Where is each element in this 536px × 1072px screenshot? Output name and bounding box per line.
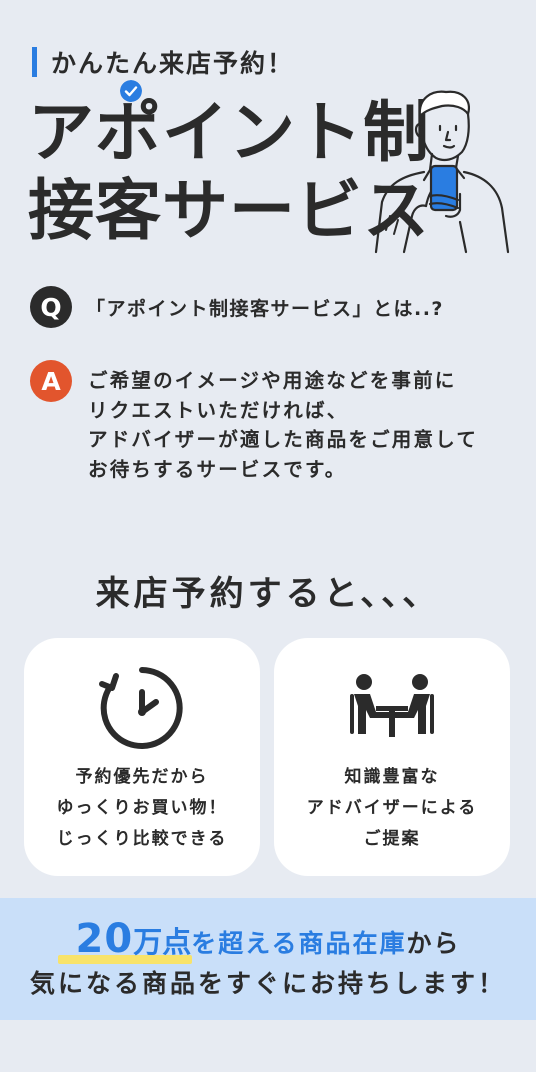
answer-line: リクエストいただければ、 [88, 398, 349, 422]
page: かんたん来店予約！ アポイント制 接客サービス Q 「アポイント制接客サービス」… [0, 0, 536, 1072]
section-heading: 来店予約すると、、、 [95, 574, 441, 614]
answer-line: お待ちするサービスです。 [88, 457, 347, 481]
card-line: ゆっくりお買い物！ [56, 798, 228, 818]
eyebrow-accent-bar [32, 47, 37, 77]
inventory-number: 20 [75, 916, 134, 962]
answer-line: アドバイザーが適した商品をご用意して [88, 428, 479, 451]
card-line: 予約優先だから [75, 767, 209, 787]
check-badge-icon [120, 80, 142, 102]
inventory-unit: 万点 [133, 925, 192, 959]
answer-line: ご希望のイメージや用途などを事前に [88, 369, 457, 392]
eyebrow: かんたん来店予約！ [32, 44, 294, 80]
card-line: 知識豊富な [344, 767, 440, 787]
benefit-card-advisor: 知識豊富な アドバイザーによる ご提案 [274, 638, 510, 876]
inventory-line-2: 気になる商品をすぐにお持ちします！ [29, 969, 506, 998]
card-text: 予約優先だから ゆっくりお買い物！ じっくり比較できる [24, 762, 260, 855]
answer-badge: A [30, 360, 72, 402]
person-with-phone-illustration [374, 90, 510, 254]
inventory-tail-text: から [406, 929, 461, 958]
question-badge: Q [30, 286, 72, 328]
eyebrow-text: かんたん来店予約！ [51, 49, 295, 78]
inventory-line-1: 20万点を超える商品在庫から [0, 916, 536, 962]
benefit-card-priority: 予約優先だから ゆっくりお買い物！ じっくり比較できる [24, 638, 260, 876]
card-line: アドバイザーによる [306, 798, 478, 818]
inventory-mid-text: を超える商品在庫 [191, 929, 407, 958]
card-line: ご提案 [363, 829, 421, 849]
card-line: じっくり比較できる [56, 829, 228, 849]
clock-icon [99, 667, 183, 749]
question-text: 「アポイント制接客サービス」とは..? [86, 298, 444, 320]
answer-text: ご希望のイメージや用途などを事前に リクエストいただければ、 アドバイザーが適し… [88, 366, 478, 484]
card-text: 知識豊富な アドバイザーによる ご提案 [274, 762, 510, 855]
consultation-icon [350, 674, 434, 737]
